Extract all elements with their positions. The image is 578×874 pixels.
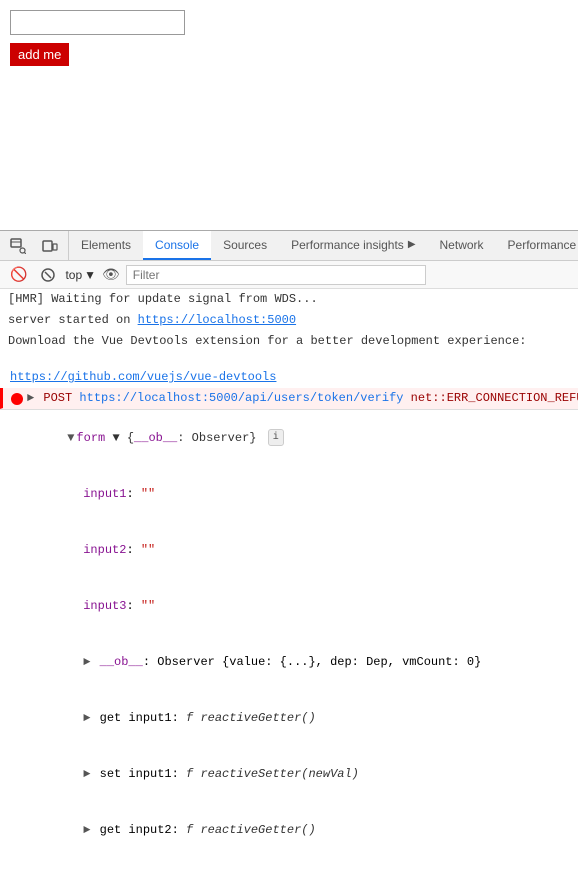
console-output: [HMR] Waiting for update signal from WDS…: [0, 289, 578, 874]
error-dot: [11, 393, 23, 405]
form-set-input1: ► set input1: f reactiveSetter(newVal): [0, 746, 578, 802]
tab-performance[interactable]: Performance: [496, 231, 578, 260]
form-line: ▼form ▼ {__ob__: Observer} i: [0, 410, 578, 466]
tab-console[interactable]: Console: [143, 231, 211, 260]
info-badge-form: i: [268, 429, 284, 446]
error-url[interactable]: https://localhost:5000/api/users/token/v…: [79, 389, 403, 407]
form-get-input1: ► get input1: f reactiveGetter(): [0, 690, 578, 746]
devtools-panel: Elements Console Sources Performance ins…: [0, 230, 578, 874]
filter-input[interactable]: [126, 265, 426, 285]
tab-performance-insights[interactable]: Performance insights ▶: [279, 231, 427, 260]
inspect-element-button[interactable]: [6, 236, 30, 256]
tab-network[interactable]: Network: [428, 231, 496, 260]
console-line-devtools: Download the Vue Devtools extension for …: [0, 331, 578, 388]
device-toggle-button[interactable]: [38, 236, 62, 256]
error-message: net::ERR_CONNECTION_REFUSED: [403, 389, 578, 407]
form-input2: input2: "": [0, 522, 578, 578]
clear-console-button[interactable]: 🚫: [6, 264, 31, 285]
devtools-tab-bar: Elements Console Sources Performance ins…: [0, 231, 578, 261]
form-ob: ► __ob__: Observer {value: {...}, dep: D…: [0, 634, 578, 690]
console-line-error: ► POST https://localhost:5000/api/users/…: [0, 388, 578, 409]
form-input3: input3: "": [0, 578, 578, 634]
eye-icon[interactable]: 👁: [102, 266, 120, 283]
console-line-server: server started on https://localhost:5000: [0, 310, 578, 331]
add-me-button[interactable]: add me: [10, 43, 69, 66]
vue-devtools-link[interactable]: https://github.com/vuejs/vue-devtools: [8, 368, 276, 386]
localhost-link[interactable]: https://localhost:5000: [138, 311, 296, 329]
form-get-input2: ► get input2: f reactiveGetter(): [0, 802, 578, 858]
stop-on-exception-button[interactable]: [37, 266, 59, 284]
webpage-input[interactable]: [10, 10, 185, 35]
devtools-icon-buttons: [0, 231, 69, 260]
form-set-input2: ► set input2: f reactiveSetter(newVal): [0, 858, 578, 874]
context-dropdown[interactable]: top ▼: [65, 268, 96, 282]
tab-elements[interactable]: Elements: [69, 231, 143, 260]
form-input1: input1: "": [0, 466, 578, 522]
tab-sources[interactable]: Sources: [211, 231, 279, 260]
webpage-area: add me: [0, 0, 578, 230]
console-toolbar: 🚫 top ▼ 👁: [0, 261, 578, 289]
console-line-hmr: [HMR] Waiting for update signal from WDS…: [0, 289, 578, 310]
